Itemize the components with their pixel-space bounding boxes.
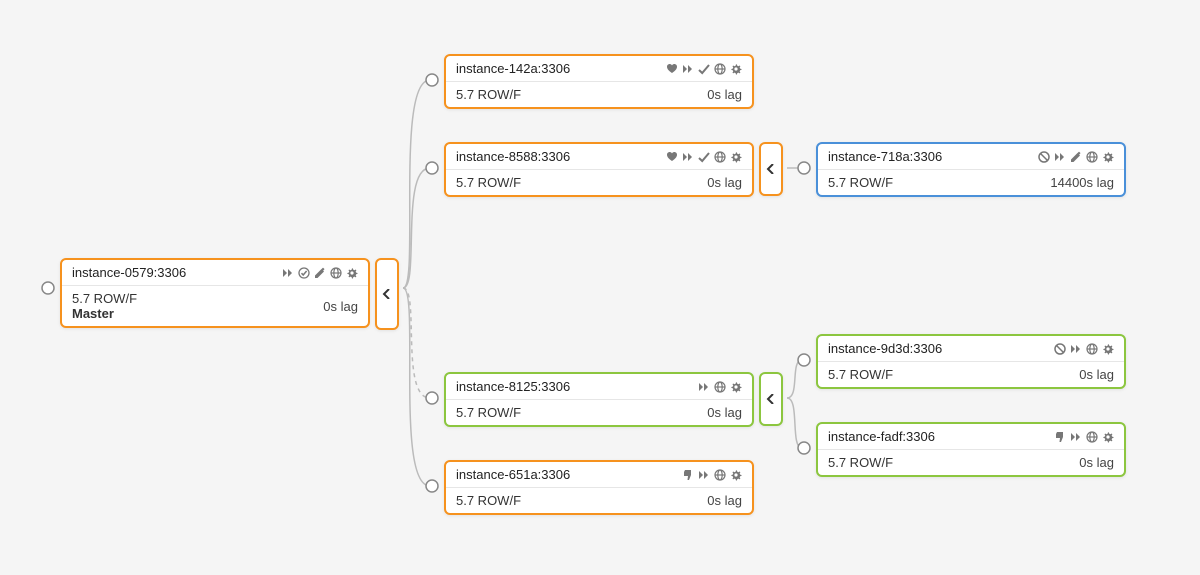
node-icons-n9d3d[interactable] (1054, 343, 1114, 355)
node-lag: 14400s lag (1050, 175, 1114, 190)
port-n651a (426, 480, 438, 492)
gear-icon[interactable] (1102, 343, 1114, 355)
edit-icon[interactable] (1070, 151, 1082, 163)
gear-icon[interactable] (346, 267, 358, 279)
forward-icon[interactable] (1070, 343, 1082, 355)
node-n9d3d[interactable]: instance-9d3d:3306 5.7 ROW/F 0s lag (816, 334, 1126, 389)
gear-icon[interactable] (1102, 431, 1114, 443)
node-icons-master[interactable] (282, 267, 358, 279)
node-title: instance-718a:3306 (828, 149, 942, 164)
node-lag: 0s lag (1079, 455, 1114, 470)
node-n8125[interactable]: instance-8125:3306 5.7 ROW/F 0s lag (444, 372, 754, 427)
port-n8125 (426, 392, 438, 404)
node-master[interactable]: instance-0579:3306 5.7 ROW/F Master 0s l… (60, 258, 370, 328)
port-n9d3d (798, 354, 810, 366)
heart-icon[interactable] (666, 63, 678, 75)
node-n8588[interactable]: instance-8588:3306 5.7 ROW/F 0s lag (444, 142, 754, 197)
node-lag: 0s lag (707, 175, 742, 190)
gear-icon[interactable] (730, 381, 742, 393)
node-n142a[interactable]: instance-142a:3306 5.7 ROW/F 0s lag (444, 54, 754, 109)
forward-icon[interactable] (682, 63, 694, 75)
node-version: 5.7 ROW/F (456, 493, 521, 508)
node-lag: 0s lag (707, 87, 742, 102)
node-version: 5.7 ROW/F (456, 87, 521, 102)
globe-icon[interactable] (714, 151, 726, 163)
node-role: Master (72, 306, 114, 321)
thumbs-down-icon[interactable] (682, 469, 694, 481)
port-n8588 (426, 162, 438, 174)
node-title: instance-8588:3306 (456, 149, 570, 164)
forward-icon[interactable] (698, 469, 710, 481)
collapse-tab-n8125[interactable] (759, 372, 783, 426)
ban-icon[interactable] (1038, 151, 1050, 163)
node-icons-n718a[interactable] (1038, 151, 1114, 163)
node-lag: 0s lag (707, 493, 742, 508)
node-icons-nfadf[interactable] (1054, 431, 1114, 443)
node-title: instance-142a:3306 (456, 61, 570, 76)
node-n718a[interactable]: instance-718a:3306 5.7 ROW/F 14400s lag (816, 142, 1126, 197)
thumbs-down-icon[interactable] (1054, 431, 1066, 443)
port-nfadf (798, 442, 810, 454)
port-master (42, 282, 54, 294)
gear-icon[interactable] (730, 63, 742, 75)
node-version: 5.7 ROW/F (828, 455, 893, 470)
globe-icon[interactable] (1086, 151, 1098, 163)
node-version: 5.7 ROW/F (456, 175, 521, 190)
globe-icon[interactable] (330, 267, 342, 279)
node-lag: 0s lag (323, 299, 358, 314)
node-icons-n8588[interactable] (666, 151, 742, 163)
node-title: instance-9d3d:3306 (828, 341, 942, 356)
node-lag: 0s lag (1079, 367, 1114, 382)
node-icons-n8125[interactable] (698, 381, 742, 393)
forward-icon[interactable] (1070, 431, 1082, 443)
node-nfadf[interactable]: instance-fadf:3306 5.7 ROW/F 0s lag (816, 422, 1126, 477)
node-title: instance-651a:3306 (456, 467, 570, 482)
gear-icon[interactable] (1102, 151, 1114, 163)
gear-icon[interactable] (730, 151, 742, 163)
forward-icon[interactable] (1054, 151, 1066, 163)
collapse-tab-master[interactable] (375, 258, 399, 330)
node-n651a[interactable]: instance-651a:3306 5.7 ROW/F 0s lag (444, 460, 754, 515)
check-icon[interactable] (698, 151, 710, 163)
globe-icon[interactable] (714, 469, 726, 481)
check-badge-icon[interactable] (298, 267, 310, 279)
gear-icon[interactable] (730, 469, 742, 481)
node-icons-n142a[interactable] (666, 63, 742, 75)
node-title: instance-8125:3306 (456, 379, 570, 394)
node-title: instance-0579:3306 (72, 265, 186, 280)
chevron-left-icon (766, 164, 776, 174)
node-version: 5.7 ROW/F (828, 367, 893, 382)
node-lag: 0s lag (707, 405, 742, 420)
collapse-tab-n8588[interactable] (759, 142, 783, 196)
forward-icon[interactable] (698, 381, 710, 393)
node-title: instance-fadf:3306 (828, 429, 935, 444)
forward-icon[interactable] (282, 267, 294, 279)
node-version: 5.7 ROW/F (456, 405, 521, 420)
chevron-left-icon (382, 289, 392, 299)
node-version: 5.7 ROW/F (828, 175, 893, 190)
globe-icon[interactable] (714, 63, 726, 75)
node-version: 5.7 ROW/F (72, 291, 137, 306)
globe-icon[interactable] (1086, 343, 1098, 355)
port-n718a (798, 162, 810, 174)
forward-icon[interactable] (682, 151, 694, 163)
port-n142a (426, 74, 438, 86)
chevron-left-icon (766, 394, 776, 404)
ban-icon[interactable] (1054, 343, 1066, 355)
globe-icon[interactable] (714, 381, 726, 393)
edit-icon[interactable] (314, 267, 326, 279)
heart-icon[interactable] (666, 151, 678, 163)
globe-icon[interactable] (1086, 431, 1098, 443)
node-icons-n651a[interactable] (682, 469, 742, 481)
check-icon[interactable] (698, 63, 710, 75)
